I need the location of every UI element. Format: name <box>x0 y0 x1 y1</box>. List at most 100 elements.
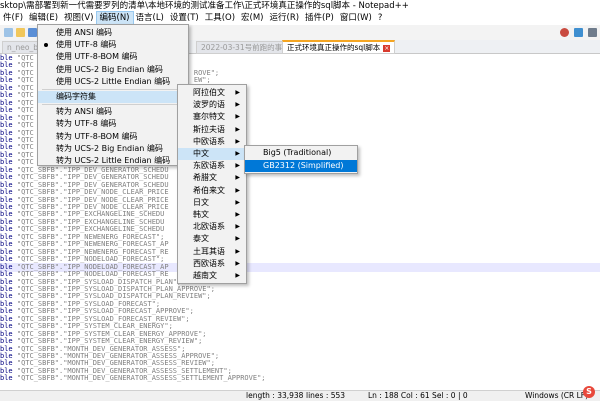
menu-item-label: 韩文 <box>193 210 209 219</box>
tab-before-0331[interactable]: 2022-03-31号前跑的事情 <box>196 41 295 54</box>
menu-item-label: 使用 UTF-8 编码 <box>56 40 117 50</box>
menu-item-label: 使用 UCS-2 Big Endian 编码 <box>56 64 163 74</box>
chevron-right-icon: ▶ <box>235 259 240 267</box>
status-bar: length : 33,938 lines : 553 Ln : 188 Col… <box>0 390 600 401</box>
chevron-right-icon: ▶ <box>235 125 240 133</box>
menu-item-label: Big5 (Traditional) <box>263 148 332 157</box>
encoding-item[interactable]: 转为 UTF-8-BOM 编码 <box>38 131 188 143</box>
encoding-item[interactable]: 转为 UCS-2 Big Endian 编码 <box>38 143 188 155</box>
menu-item-label: 越南文 <box>193 271 217 280</box>
chevron-right-icon: ▶ <box>235 186 240 194</box>
tab-prod-sql-script[interactable]: 正式环境真正操作的sql脚本 × <box>282 40 396 54</box>
menu-item-label: 西欧语系 <box>193 258 225 268</box>
macro-play-icon[interactable] <box>574 28 583 37</box>
open-file-icon[interactable] <box>16 28 25 37</box>
chinese-submenu: Big5 (Traditional) GB2312 (Simplified) <box>244 145 358 174</box>
encoding-item[interactable]: 使用 UTF-8 编码 <box>38 39 188 51</box>
menu-item-label: 斯拉夫语 <box>193 124 225 134</box>
chevron-right-icon: ▶ <box>235 247 240 255</box>
menu-separator <box>42 89 184 90</box>
code-keyword: ble <box>0 374 17 383</box>
radio-dot-icon <box>44 43 48 48</box>
menu-item-label: 波罗的语 <box>193 100 225 110</box>
menu-item-label: 使用 ANSI 编码 <box>56 28 112 37</box>
charset-item[interactable]: 日文 ▶ <box>178 197 246 209</box>
encoding-item[interactable]: 转为 UTF-8 编码 <box>38 118 188 130</box>
charset-item[interactable]: 阿拉伯文 ▶ <box>178 87 246 99</box>
charset-submenu-item[interactable]: 编码字符集▶ <box>38 91 188 103</box>
charset-item[interactable]: 泰文 ▶ <box>178 233 246 245</box>
charset-item[interactable]: 西欧语系 ▶ <box>178 258 246 270</box>
menu-item-label: 转为 UTF-8-BOM 编码 <box>56 131 138 141</box>
charset-item[interactable]: 希伯来文 ▶ <box>178 185 246 197</box>
charset-item[interactable]: 希腊文 ▶ <box>178 172 246 184</box>
menu-item-label: 使用 UTF-8-BOM 编码 <box>56 52 138 62</box>
chinese-encoding-item[interactable]: GB2312 (Simplified) <box>245 159 357 172</box>
menu-6[interactable]: 工具(O) <box>202 12 238 25</box>
charset-item[interactable]: 波罗的语 ▶ <box>178 99 246 111</box>
menu-item-label: 转为 UCS-2 Big Endian 编码 <box>56 143 163 153</box>
tab-label: 正式环境真正操作的sql脚本 <box>287 43 381 52</box>
chevron-right-icon: ▶ <box>235 113 240 121</box>
charset-item[interactable]: 韩文 ▶ <box>178 209 246 221</box>
chevron-right-icon: ▶ <box>235 235 240 243</box>
chinese-encoding-item[interactable]: Big5 (Traditional) <box>245 147 357 159</box>
encoding-item[interactable]: 使用 ANSI 编码 <box>38 27 188 39</box>
menu-item-label: GB2312 (Simplified) <box>263 160 344 170</box>
charset-item[interactable]: 中文 ▶ <box>178 148 246 160</box>
menu-item-label: 东欧语系 <box>193 161 225 171</box>
menu-8[interactable]: 运行(R) <box>267 12 303 25</box>
close-tab-icon[interactable]: × <box>383 45 391 52</box>
menu-item-label: 转为 ANSI 编码 <box>56 107 112 117</box>
menu-item-label: 土耳其语 <box>193 246 225 256</box>
menu-11[interactable]: ? <box>375 12 386 25</box>
tab-label: 2022-03-31号前跑的事情 <box>201 43 290 52</box>
code-text: "QTC_SBFB"."MONTH_DEV_GENERATOR_ASSESS_S… <box>16 374 266 383</box>
chevron-right-icon: ▶ <box>235 174 240 182</box>
menu-item-label: 希伯来文 <box>193 185 225 195</box>
menu-item-label: 使用 UCS-2 Little Endian 编码 <box>56 76 171 86</box>
chevron-right-icon: ▶ <box>235 272 240 279</box>
charset-item[interactable]: 中欧语系 ▶ <box>178 136 246 148</box>
menu-item-label: 希腊文 <box>193 173 217 183</box>
chevron-right-icon: ▶ <box>235 162 240 170</box>
chevron-right-icon: ▶ <box>235 137 240 145</box>
encoding-menu: 使用 ANSI 编码 使用 UTF-8 编码使用 UTF-8-BOM 编码使用 U… <box>37 24 189 166</box>
encoding-item[interactable]: 使用 UCS-2 Little Endian 编码 <box>38 76 188 88</box>
charset-item[interactable]: 斯拉夫语 ▶ <box>178 124 246 136</box>
chevron-right-icon: ▶ <box>235 223 240 231</box>
code-line: ble "QTC_SBFB"."MONTH_DEV_GENERATOR_ASSE… <box>0 374 266 383</box>
save-icon[interactable] <box>28 28 37 37</box>
menu-item-label: 塞尔特文 <box>193 112 225 122</box>
menu-item-label: 日文 <box>193 197 209 207</box>
charset-item[interactable]: 越南文 ▶ <box>178 270 246 282</box>
menu-9[interactable]: 插件(P) <box>302 12 337 25</box>
menu-item-label: 阿拉伯文 <box>193 88 225 97</box>
charset-item[interactable]: 塞尔特文 ▶ <box>178 111 246 123</box>
chevron-right-icon: ▶ <box>235 101 240 109</box>
encoding-item[interactable]: 转为 ANSI 编码 <box>38 106 188 118</box>
menu-0[interactable]: 件(F) <box>0 12 26 25</box>
menu-item-label: 编码字符集 <box>56 92 96 101</box>
menu-10[interactable]: 窗口(W) <box>337 12 375 25</box>
menu-separator <box>42 104 184 106</box>
macro-record-icon[interactable] <box>560 28 569 37</box>
encoding-item[interactable]: 使用 UTF-8-BOM 编码 <box>38 51 188 63</box>
new-file-icon[interactable] <box>4 28 13 37</box>
charset-item[interactable]: 北欧语系 ▶ <box>178 221 246 233</box>
menu-item-label: 中欧语系 <box>193 136 225 146</box>
charset-item[interactable]: 东欧语系 ▶ <box>178 160 246 172</box>
encoding-item[interactable]: 使用 UCS-2 Big Endian 编码 <box>38 64 188 76</box>
macro-save-icon[interactable] <box>588 28 597 37</box>
menu-item-label: 转为 UTF-8 编码 <box>56 119 117 129</box>
menu-item-label: 泰文 <box>193 234 209 244</box>
menu-item-label: 转为 UCS-2 Little Endian 编码 <box>56 156 171 165</box>
chevron-right-icon: ▶ <box>235 89 240 96</box>
menu-item-label: 中文 <box>193 149 209 158</box>
ime-icon[interactable]: S <box>583 386 595 398</box>
encoding-item[interactable]: 转为 UCS-2 Little Endian 编码 <box>38 155 188 167</box>
chevron-right-icon: ▶ <box>235 198 240 206</box>
charset-item[interactable]: 土耳其语 ▶ <box>178 246 246 258</box>
menu-7[interactable]: 宏(M) <box>238 12 266 25</box>
menu-item-label: 北欧语系 <box>193 222 225 232</box>
